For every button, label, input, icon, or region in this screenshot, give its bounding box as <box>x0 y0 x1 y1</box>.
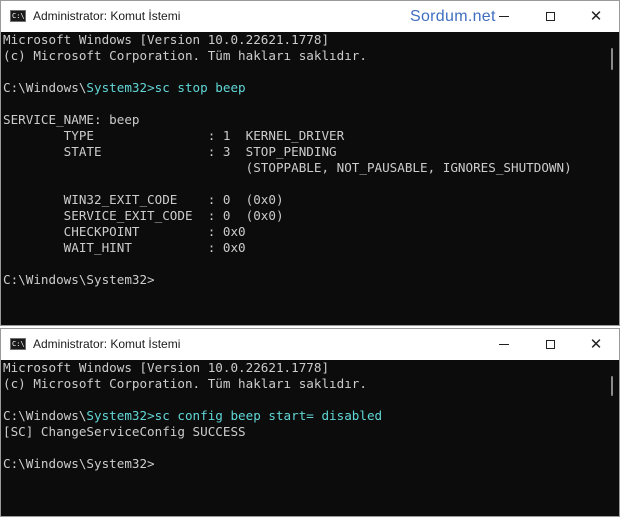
maximize-button[interactable] <box>527 329 573 360</box>
cmd-icon[interactable]: C:\ <box>10 338 26 350</box>
minimize-icon <box>499 16 509 17</box>
maximize-icon <box>545 12 555 21</box>
console-line: (STOPPABLE, NOT_PAUSABLE, IGNORES_SHUTDO… <box>3 160 572 175</box>
command-prompt-window-1: C:\ Administrator: Komut İstemi Sordum.n… <box>0 0 620 326</box>
prompt-path: C:\Windows\ <box>3 80 87 95</box>
console-output[interactable]: Microsoft Windows [Version 10.0.22621.17… <box>1 32 605 325</box>
console-line: SERVICE_NAME: beep <box>3 112 140 127</box>
window-title: Administrator: Komut İstemi <box>33 9 181 23</box>
scrollbar-thumb[interactable] <box>611 48 613 70</box>
console-line: CHECKPOINT : 0x0 <box>3 224 246 239</box>
minimize-button[interactable] <box>481 329 527 360</box>
console-line: SERVICE_EXIT_CODE : 0 (0x0) <box>3 208 284 223</box>
maximize-button[interactable] <box>527 1 573 32</box>
window-title: Administrator: Komut İstemi <box>33 337 181 351</box>
scrollbar[interactable] <box>605 32 619 325</box>
title-bar[interactable]: C:\ Administrator: Komut İstemi ✕ <box>1 329 619 360</box>
close-icon: ✕ <box>589 7 603 25</box>
console-line: TYPE : 1 KERNEL_DRIVER <box>3 128 345 143</box>
title-bar[interactable]: C:\ Administrator: Komut İstemi Sordum.n… <box>1 1 619 32</box>
command-line: C:\Windows\System32>sc config beep start… <box>3 408 605 424</box>
prompt-line: C:\Windows\System32> <box>3 456 155 471</box>
command-prompt-window-2: C:\ Administrator: Komut İstemi ✕ Micros… <box>0 328 620 517</box>
prompt-line: C:\Windows\System32> <box>3 272 155 287</box>
cmd-icon[interactable]: C:\ <box>10 10 26 22</box>
console-line: [SC] ChangeServiceConfig SUCCESS <box>3 424 246 439</box>
command-text: System32>sc stop beep <box>86 80 246 95</box>
close-button[interactable]: ✕ <box>573 329 619 360</box>
console-line: WAIT_HINT : 0x0 <box>3 240 246 255</box>
console-line: Microsoft Windows [Version 10.0.22621.17… <box>3 32 330 47</box>
console-line: STATE : 3 STOP_PENDING <box>3 144 337 159</box>
close-button[interactable]: ✕ <box>573 1 619 32</box>
console-line: (c) Microsoft Corporation. Tüm hakları s… <box>3 48 367 63</box>
maximize-icon <box>545 340 555 349</box>
command-line: C:\Windows\System32>sc stop beep <box>3 80 605 96</box>
console-line: WIN32_EXIT_CODE : 0 (0x0) <box>3 192 284 207</box>
minimize-button[interactable] <box>481 1 527 32</box>
close-icon: ✕ <box>589 335 603 353</box>
console-line: (c) Microsoft Corporation. Tüm hakları s… <box>3 376 367 391</box>
prompt-path: C:\Windows\ <box>3 408 87 423</box>
console-output[interactable]: Microsoft Windows [Version 10.0.22621.17… <box>1 360 605 516</box>
scrollbar-thumb[interactable] <box>611 376 613 396</box>
console-line: Microsoft Windows [Version 10.0.22621.17… <box>3 360 330 375</box>
minimize-icon <box>499 344 509 345</box>
scrollbar[interactable] <box>605 360 619 516</box>
command-text: System32>sc config beep start= disabled <box>86 408 383 423</box>
